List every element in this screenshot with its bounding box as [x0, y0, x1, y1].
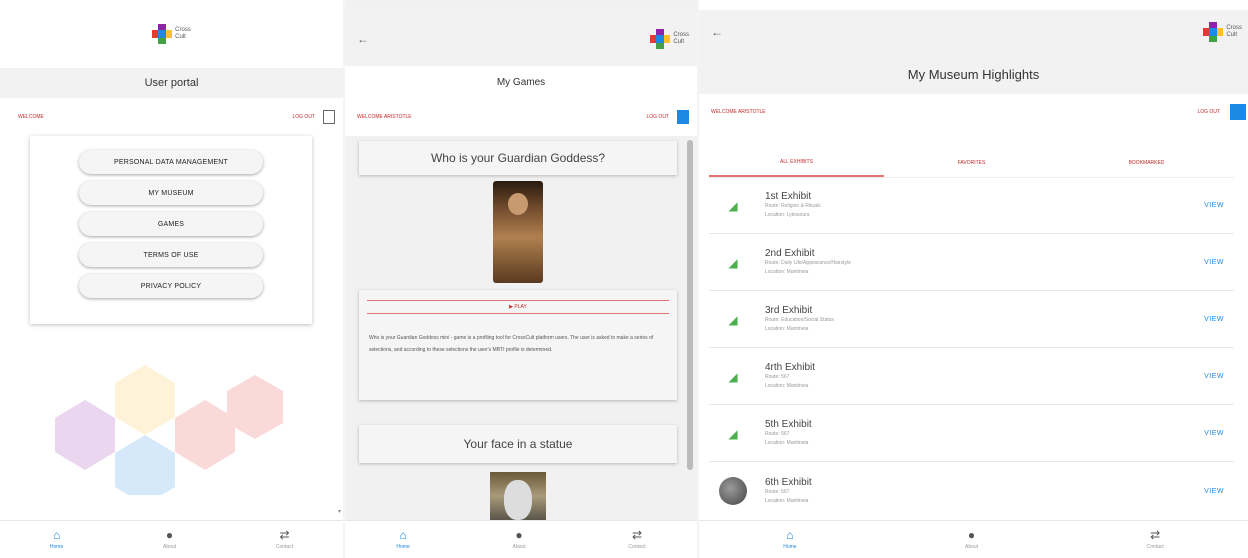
game-card-title-2: Your face in a statue [359, 425, 677, 463]
exhibit-row[interactable]: ◢ 2nd Exhibit Route: Daily Life/Appearanc… [709, 235, 1234, 291]
bottom-nav: ⌂ Home ● About ⇄ Contact [0, 520, 343, 558]
info-icon: ● [967, 528, 976, 542]
welcome-text: WELCOME [18, 114, 44, 120]
bottom-nav: ⌂ Home ● About ⇄ Contact [699, 520, 1248, 558]
menu-icon[interactable] [323, 110, 335, 124]
tab-bookmarked[interactable]: BOOKMARKED [1059, 148, 1234, 177]
crosscult-logo: Cross Cult [650, 29, 689, 49]
exhibit-row[interactable]: ◢ 3rd Exhibit Route: Education/Social Sta… [709, 292, 1234, 348]
welcome-text: WELCOME ARISTOTLE [357, 114, 412, 120]
view-button[interactable]: VIEW [1204, 202, 1224, 209]
menu-icon[interactable] [677, 110, 689, 124]
exhibit-thumbnail [719, 477, 747, 505]
user-portal-screen: Cross Cult User portal WELCOME LOG OUT PE… [0, 0, 343, 558]
image-placeholder-icon: ◢ [728, 312, 738, 327]
terms-of-use-button[interactable]: TERMS OF USE [79, 243, 263, 267]
contact-icon: ⇄ [279, 528, 290, 542]
game-card-title: Who is your Guardian Goddess? [359, 141, 677, 175]
nav-about[interactable]: ● About [965, 529, 978, 550]
home-icon: ⌂ [786, 528, 794, 542]
contact-icon: ⇄ [631, 528, 643, 542]
view-button[interactable]: VIEW [1204, 373, 1224, 380]
app-header: ← Cross Cult [345, 12, 697, 66]
image-placeholder-icon: ◢ [728, 255, 738, 270]
welcome-bar: WELCOME ARISTOTLE LOG OUT [699, 94, 1248, 130]
view-button[interactable]: VIEW [1204, 430, 1224, 437]
exhibit-tabs: ALL EXHIBITS FAVORITES BOOKMARKED [709, 148, 1234, 178]
nav-contact[interactable]: ⇄ Contact [628, 529, 645, 550]
logout-button[interactable]: LOG OUT [292, 114, 315, 120]
info-icon: ● [165, 528, 174, 542]
games-button[interactable]: GAMES [79, 212, 263, 236]
exhibit-row[interactable]: ◢ 5th Exhibit Route: 567 Location: Mantine… [709, 406, 1234, 462]
home-icon: ⌂ [399, 528, 407, 542]
welcome-text: WELCOME ARISTOTLE [711, 109, 766, 115]
page-title: My Games [345, 66, 697, 98]
portal-menu-card: PERSONAL DATA MANAGEMENT MY MUSEUM GAMES… [30, 136, 312, 324]
page-title: User portal [0, 68, 343, 98]
goddess-image [493, 181, 543, 283]
exhibit-row[interactable]: 6th Exhibit Route: 567 Location: Mantineia… [709, 463, 1234, 519]
nav-contact[interactable]: ⇄ Contact [1147, 529, 1164, 550]
scroll-arrow-icon[interactable]: ▾ [338, 508, 341, 515]
personal-data-button[interactable]: PERSONAL DATA MANAGEMENT [79, 150, 263, 174]
my-games-screen: ← Cross Cult My Games WELCOME ARISTOTLE L… [345, 0, 697, 558]
crosscult-logo: Cross Cult [1203, 22, 1242, 42]
home-icon: ⌂ [52, 528, 61, 542]
contact-icon: ⇄ [1150, 528, 1161, 542]
nav-contact[interactable]: ⇄ Contact [276, 529, 293, 550]
image-placeholder-icon: ◢ [728, 426, 738, 441]
image-placeholder-icon: ◢ [728, 198, 738, 213]
game-info-card: ▶ PLAY Who is your Guardian Goddess mini… [359, 290, 677, 400]
my-museum-button[interactable]: MY MUSEUM [79, 181, 263, 205]
nav-about[interactable]: ● About [163, 529, 176, 550]
exhibit-row[interactable]: ◢ 4rth Exhibit Route: 567 Location: Mantin… [709, 349, 1234, 405]
view-button[interactable]: VIEW [1204, 316, 1224, 323]
privacy-policy-button[interactable]: PRIVACY POLICY [79, 274, 263, 298]
play-button[interactable]: ▶ PLAY [367, 300, 669, 314]
nav-home[interactable]: ⌂ Home [50, 529, 63, 550]
app-header: ← Cross Cult [699, 10, 1248, 54]
image-placeholder-icon: ◢ [728, 369, 738, 384]
app-header: Cross Cult [0, 0, 343, 68]
welcome-bar: WELCOME LOG OUT [0, 98, 343, 136]
nav-home[interactable]: ⌂ Home [783, 529, 796, 550]
logout-button[interactable]: LOG OUT [1197, 109, 1220, 115]
info-icon: ● [515, 528, 523, 542]
nav-home[interactable]: ⌂ Home [396, 529, 409, 550]
back-arrow-icon[interactable]: ← [357, 32, 650, 46]
bottom-nav: ⌂ Home ● About ⇄ Contact [345, 520, 697, 558]
game-description: Who is your Guardian Goddess mini - game… [369, 335, 654, 353]
page-title: My Museum Highlights [699, 54, 1248, 94]
logout-button[interactable]: LOG OUT [646, 114, 669, 120]
view-button[interactable]: VIEW [1204, 259, 1224, 266]
tab-favorites[interactable]: FAVORITES [884, 148, 1059, 177]
back-arrow-icon[interactable]: ← [711, 25, 1203, 39]
view-button[interactable]: VIEW [1204, 488, 1224, 495]
exhibit-row[interactable]: ◢ 1st Exhibit Route: Religion & Rituals Lo… [709, 178, 1234, 234]
museum-highlights-screen: ← Cross Cult My Museum Highlights WELCOME… [699, 0, 1248, 558]
menu-icon[interactable] [1230, 104, 1246, 120]
crosscult-logo: Cross Cult [152, 24, 191, 44]
scrollbar[interactable] [687, 140, 693, 470]
tab-all-exhibits[interactable]: ALL EXHIBITS [709, 148, 884, 177]
welcome-bar: WELCOME ARISTOTLE LOG OUT [345, 98, 697, 136]
nav-about[interactable]: ● About [513, 529, 526, 550]
watermark-logo [55, 365, 283, 495]
